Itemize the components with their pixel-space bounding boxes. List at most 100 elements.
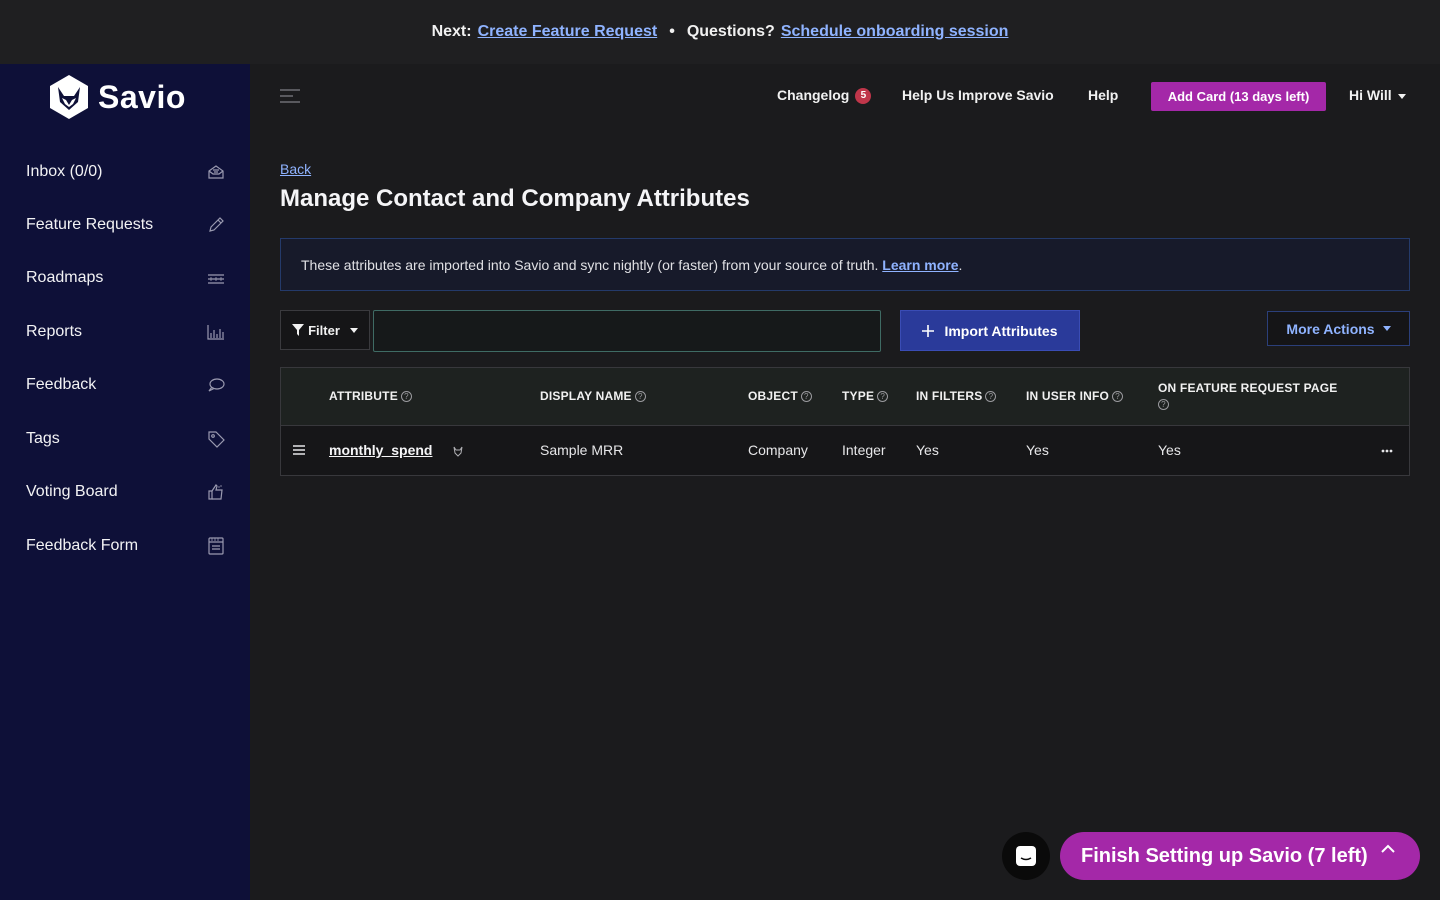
column-header-on-feature-request-page[interactable]: ON FEATURE REQUEST PAGE? bbox=[1158, 381, 1338, 410]
chevron-down-icon bbox=[349, 327, 358, 333]
info-text: These attributes are imported into Savio… bbox=[301, 256, 879, 273]
import-attributes-button[interactable]: Import Attributes bbox=[900, 310, 1080, 351]
help-link[interactable]: Help bbox=[1088, 87, 1118, 103]
create-feature-request-link[interactable]: Create Feature Request bbox=[478, 23, 658, 41]
drag-handle-icon[interactable] bbox=[293, 445, 305, 455]
brand-name: Savio bbox=[98, 78, 186, 115]
add-card-button[interactable]: Add Card (13 days left) bbox=[1151, 82, 1326, 111]
help-circle-icon[interactable]: ? bbox=[634, 391, 646, 403]
search-input[interactable] bbox=[373, 310, 881, 352]
collapse-menu-icon[interactable] bbox=[279, 88, 301, 104]
pencil-icon bbox=[209, 217, 224, 232]
changelog-count-badge: 5 bbox=[855, 88, 872, 105]
tag-icon bbox=[208, 431, 225, 448]
sidebar: Savio Inbox (0/0) Feature Requests Roadm… bbox=[0, 64, 250, 900]
finish-setup-label: Finish Setting up Savio (7 left) bbox=[1081, 844, 1368, 867]
column-header-attribute[interactable]: ATTRIBUTE? bbox=[329, 389, 412, 403]
column-header-in-filters[interactable]: IN FILTERS? bbox=[916, 389, 997, 403]
next-label: Next: bbox=[431, 23, 472, 40]
sidebar-item-label: Feedback Form bbox=[26, 537, 139, 554]
sidebar-item-label: Inbox (0/0) bbox=[26, 163, 103, 180]
main-header: Changelog 5 Help Us Improve Savio Help Ad… bbox=[250, 64, 1440, 128]
help-circle-icon[interactable]: ? bbox=[877, 391, 889, 403]
roadmap-icon bbox=[208, 274, 224, 284]
schedule-onboarding-link[interactable]: Schedule onboarding session bbox=[781, 23, 1009, 41]
inbox-icon bbox=[208, 165, 224, 179]
in-filters-cell: Yes bbox=[916, 442, 939, 458]
sidebar-item-reports[interactable]: Reports bbox=[0, 312, 250, 352]
column-label: ON FEATURE REQUEST PAGE bbox=[1158, 381, 1338, 395]
chat-icon bbox=[1016, 846, 1036, 866]
column-header-display-name[interactable]: DISPLAY NAME? bbox=[540, 389, 646, 403]
column-label: ATTRIBUTE bbox=[329, 389, 398, 403]
thumbs-up-icon bbox=[208, 484, 223, 500]
table-row: monthly_spend Sample MRR Company Integer… bbox=[281, 426, 1409, 475]
sidebar-item-inbox[interactable]: Inbox (0/0) bbox=[0, 152, 250, 192]
chevron-down-icon bbox=[1382, 326, 1391, 331]
sidebar-item-feedback[interactable]: Feedback bbox=[0, 365, 250, 405]
sidebar-item-label: Tags bbox=[26, 430, 60, 447]
info-banner: These attributes are imported into Savio… bbox=[280, 238, 1410, 291]
help-circle-icon[interactable]: ? bbox=[1112, 391, 1124, 403]
funnel-icon bbox=[292, 324, 305, 336]
sidebar-item-roadmaps[interactable]: Roadmaps bbox=[0, 258, 250, 298]
sidebar-item-label: Reports bbox=[26, 323, 83, 340]
page-title: Manage Contact and Company Attributes bbox=[280, 185, 750, 212]
user-greeting: Hi Will bbox=[1349, 87, 1392, 103]
sidebar-item-feedback-form[interactable]: Feedback Form bbox=[0, 526, 250, 566]
filter-label: Filter bbox=[308, 322, 340, 338]
back-link[interactable]: Back bbox=[280, 161, 311, 177]
form-icon bbox=[208, 537, 224, 555]
help-circle-icon[interactable]: ? bbox=[985, 391, 997, 403]
sidebar-item-feature-requests[interactable]: Feature Requests bbox=[0, 205, 250, 245]
more-actions-label: More Actions bbox=[1286, 320, 1375, 337]
chevron-down-icon bbox=[1397, 93, 1406, 99]
attribute-name-link[interactable]: monthly_spend bbox=[329, 442, 432, 458]
column-label: IN FILTERS bbox=[916, 389, 983, 403]
chat-bubble-icon bbox=[208, 378, 225, 392]
changelog-label: Changelog bbox=[777, 87, 850, 103]
column-label: IN USER INFO bbox=[1026, 389, 1110, 403]
more-options-icon[interactable] bbox=[1381, 449, 1393, 453]
sidebar-item-label: Feedback bbox=[26, 376, 97, 393]
help-improve-link[interactable]: Help Us Improve Savio bbox=[902, 87, 1054, 103]
sidebar-item-tags[interactable]: Tags bbox=[0, 419, 250, 459]
fox-logo-icon bbox=[50, 75, 88, 119]
display-name-cell: Sample MRR bbox=[540, 442, 624, 458]
help-circle-icon[interactable]: ? bbox=[1158, 398, 1169, 410]
chart-icon bbox=[207, 325, 224, 340]
column-header-in-user-info[interactable]: IN USER INFO? bbox=[1026, 389, 1124, 403]
help-circle-icon[interactable]: ? bbox=[400, 391, 412, 403]
column-label: DISPLAY NAME bbox=[540, 389, 632, 403]
user-menu[interactable]: Hi Will bbox=[1349, 87, 1406, 103]
column-header-type[interactable]: TYPE? bbox=[842, 389, 889, 403]
sidebar-item-label: Feature Requests bbox=[26, 216, 154, 233]
on-fr-page-cell: Yes bbox=[1158, 442, 1181, 458]
column-label: OBJECT bbox=[748, 389, 798, 403]
help-circle-icon[interactable]: ? bbox=[800, 391, 812, 403]
plus-icon bbox=[922, 324, 935, 337]
onboarding-banner: Next: Create Feature Request • Questions… bbox=[0, 0, 1440, 64]
banner-separator: • bbox=[669, 23, 675, 40]
type-cell: Integer bbox=[842, 442, 886, 458]
in-user-info-cell: Yes bbox=[1026, 442, 1049, 458]
chat-launcher-button[interactable] bbox=[1002, 832, 1050, 880]
sidebar-item-label: Roadmaps bbox=[26, 269, 104, 286]
fox-badge-icon bbox=[453, 446, 463, 457]
sidebar-item-label: Voting Board bbox=[26, 483, 118, 500]
changelog-link[interactable]: Changelog 5 bbox=[777, 87, 872, 105]
import-label: Import Attributes bbox=[944, 322, 1058, 339]
more-actions-button[interactable]: More Actions bbox=[1267, 311, 1410, 346]
finish-setup-button[interactable]: Finish Setting up Savio (7 left) bbox=[1060, 832, 1420, 880]
learn-more-link[interactable]: Learn more bbox=[882, 257, 958, 273]
info-tail: . bbox=[958, 256, 963, 273]
chevron-up-icon bbox=[1381, 844, 1395, 853]
object-cell: Company bbox=[748, 442, 808, 458]
attributes-table: ATTRIBUTE? DISPLAY NAME? OBJECT? TYPE? I… bbox=[280, 367, 1410, 476]
table-header: ATTRIBUTE? DISPLAY NAME? OBJECT? TYPE? I… bbox=[281, 368, 1409, 426]
sidebar-item-voting-board[interactable]: Voting Board bbox=[0, 472, 250, 512]
savio-logo[interactable]: Savio bbox=[48, 74, 186, 120]
filter-button[interactable]: Filter bbox=[280, 310, 370, 350]
questions-label: Questions? bbox=[686, 23, 775, 40]
column-header-object[interactable]: OBJECT? bbox=[748, 389, 812, 403]
